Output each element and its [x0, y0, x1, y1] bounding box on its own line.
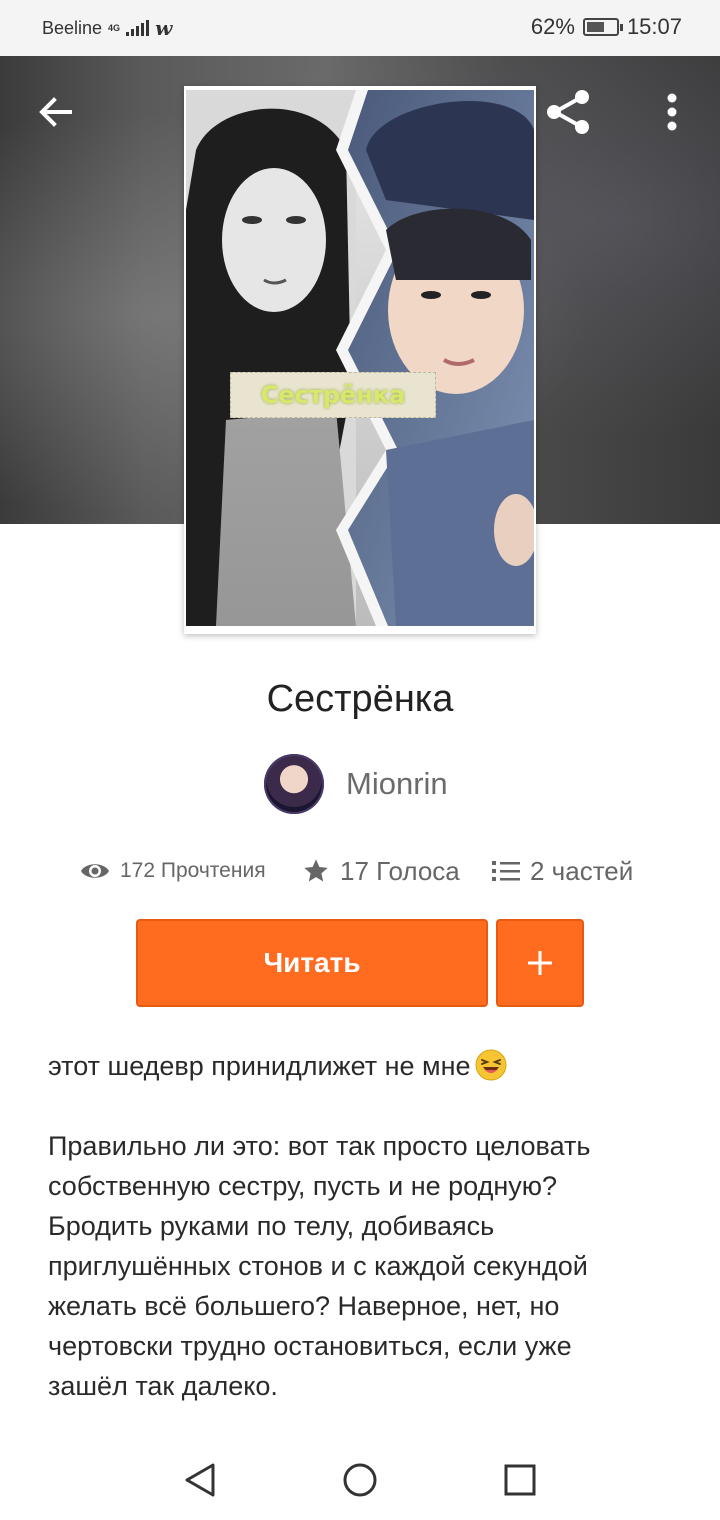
story-stats: 172 Прочтения 17 Голоса 2 частей: [80, 848, 680, 894]
signal-icon: [126, 20, 150, 36]
description-line-1: этот шедевр принидлижет не мне: [48, 1046, 678, 1086]
star-icon: [304, 859, 328, 882]
share-button[interactable]: [540, 84, 596, 140]
network-type: 4G: [108, 22, 121, 33]
add-to-library-button[interactable]: [496, 919, 584, 1007]
back-button[interactable]: [30, 86, 82, 138]
circle-home-icon: [343, 1463, 377, 1497]
story-title: Сестрёнка: [266, 678, 454, 720]
nav-back-button[interactable]: [178, 1458, 222, 1502]
votes-count: 17 Голоса: [340, 855, 460, 886]
triangle-back-icon: [185, 1463, 215, 1497]
wattpad-notification-icon: w: [155, 16, 173, 40]
nav-recents-button[interactable]: [498, 1458, 542, 1502]
laughing-emoji-icon: [475, 1049, 507, 1081]
more-vertical-icon: [667, 93, 677, 131]
battery-icon: [582, 18, 623, 36]
story-description: этот шедевр принидлижет не мне Правильно…: [48, 1046, 678, 1406]
reads-count: 172 Прочтения: [120, 859, 266, 882]
author-row[interactable]: Mionrin: [264, 754, 448, 814]
book-cover[interactable]: Сестрёнка: [184, 86, 536, 634]
nav-home-button[interactable]: [338, 1458, 382, 1502]
author-avatar[interactable]: [264, 754, 324, 814]
carrier-name: Beeline: [42, 17, 103, 38]
status-right: 62% 15:07: [531, 14, 682, 40]
description-paragraph-2: Правильно ли это: вот так просто целоват…: [48, 1131, 591, 1401]
read-button[interactable]: Читать: [136, 919, 488, 1007]
share-icon: [547, 90, 589, 134]
battery-level: [586, 22, 605, 32]
clock: 15:07: [626, 14, 682, 39]
cover-illustration: [186, 90, 534, 626]
battery-percent: 62%: [530, 14, 575, 39]
author-name[interactable]: Mionrin: [346, 766, 448, 802]
more-options-button[interactable]: [650, 86, 694, 138]
votes-stat: 17 Голоса: [302, 848, 460, 894]
system-navigation-bar: [0, 1436, 720, 1520]
square-recents-icon: [504, 1464, 536, 1496]
reads-stat: 172 Прочтения: [80, 848, 266, 894]
eye-icon: [81, 864, 109, 878]
plus-icon: [528, 951, 552, 975]
list-icon: [492, 861, 520, 881]
status-bar: Beeline 4G w 62% 15:07: [0, 0, 720, 56]
cover-title-text: Сестрёнка: [230, 372, 436, 418]
arrow-left-icon: [39, 97, 72, 127]
status-left: Beeline 4G w: [42, 16, 172, 40]
cover-artwork: Сестрёнка: [186, 90, 534, 626]
parts-count: 2 частей: [530, 855, 634, 886]
parts-stat: 2 частей: [492, 848, 633, 894]
